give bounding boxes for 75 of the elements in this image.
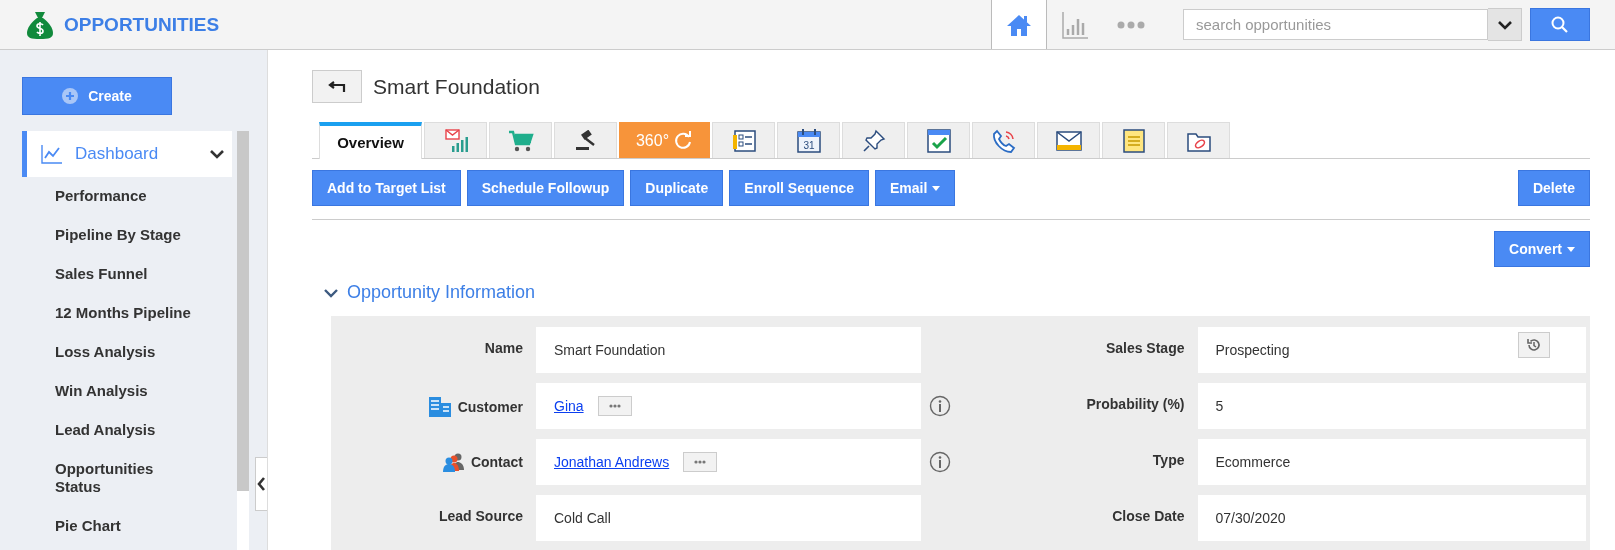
- info-icon[interactable]: [929, 395, 951, 417]
- home-icon: [1006, 12, 1032, 37]
- more-icon: [608, 404, 621, 408]
- field-value: 07/30/2020: [1215, 510, 1286, 526]
- bar-chart-icon: [1061, 10, 1089, 39]
- calendar-check-icon: [925, 127, 952, 154]
- field-label: Customer: [457, 399, 523, 415]
- field-label: Probability (%): [1086, 396, 1185, 412]
- sidebar-item[interactable]: Sales Funnel: [22, 255, 205, 293]
- search-field[interactable]: search opportunities: [1183, 9, 1488, 40]
- tab[interactable]: Overview: [319, 122, 422, 159]
- search-button[interactable]: [1530, 8, 1590, 41]
- tab[interactable]: [712, 122, 775, 158]
- sidebar-item[interactable]: Win Analysis: [22, 372, 205, 410]
- calendar-icon: 31: [795, 127, 822, 154]
- chevron-icon: [1497, 19, 1512, 30]
- tab[interactable]: [1037, 122, 1100, 158]
- field-label: Sales Stage: [1105, 340, 1185, 356]
- home-nav-button[interactable]: [991, 0, 1047, 49]
- search-icon: [1551, 15, 1569, 34]
- refresh-icon: [673, 130, 694, 151]
- line-chart-icon: [41, 144, 63, 164]
- chevron-left-icon: [257, 477, 266, 491]
- sidebar-item[interactable]: Opportunities Status: [22, 450, 205, 506]
- cart-icon: [507, 128, 534, 153]
- back-button[interactable]: [312, 70, 362, 103]
- sidebar-item[interactable]: Pipeline By Stage: [22, 216, 205, 254]
- caret-icon: [932, 185, 941, 191]
- tab[interactable]: [1167, 122, 1230, 158]
- pin-icon: [861, 128, 886, 153]
- back-arrow-icon: [328, 80, 346, 93]
- envelope-icon: [1054, 129, 1083, 152]
- sidebar-item[interactable]: Pie Chart: [22, 507, 205, 545]
- field-value: Cold Call: [554, 510, 611, 526]
- phone-icon: [990, 127, 1017, 154]
- people-icon: [442, 452, 465, 472]
- tab[interactable]: [907, 122, 970, 158]
- history-icon: [1525, 337, 1542, 353]
- app-title: OPPORTUNITIES: [64, 13, 220, 36]
- field-label: Contact: [470, 454, 523, 470]
- note-icon: [1121, 127, 1146, 154]
- scrollbar-thumb[interactable]: [237, 131, 249, 491]
- sidebar-item[interactable]: Loss Analysis: [22, 333, 205, 371]
- field-label: Name: [484, 340, 523, 356]
- dashboard-label: Dashboard: [75, 144, 160, 164]
- tab[interactable]: [972, 122, 1035, 158]
- field-label: Close Date: [1112, 508, 1185, 524]
- sidebar-item[interactable]: Lead Analysis: [22, 411, 205, 449]
- plus-icon: [62, 88, 79, 104]
- more-icon: [694, 460, 707, 464]
- record-link[interactable]: Jonathan Andrews: [554, 454, 670, 470]
- field-value: Smart Foundation: [554, 342, 666, 358]
- record-title: Smart Foundation: [373, 74, 540, 99]
- tab[interactable]: 31: [777, 122, 840, 158]
- sidebar-item[interactable]: 12 Months Pipeline: [22, 294, 205, 332]
- list-card-icon: [730, 128, 757, 153]
- field-label: Type: [1152, 452, 1185, 468]
- field-value: Prospecting: [1215, 342, 1290, 358]
- collapse-sidebar-button[interactable]: [255, 457, 267, 511]
- more-icon: [1117, 20, 1145, 29]
- section-title: Opportunity Information: [347, 282, 536, 303]
- history-button[interactable]: [1517, 332, 1550, 358]
- info-icon[interactable]: [929, 451, 951, 473]
- search-dropdown-button[interactable]: [1488, 8, 1522, 41]
- mail-chart-icon: [442, 128, 469, 153]
- building-icon: [427, 396, 452, 418]
- chevron-icon[interactable]: [324, 287, 338, 298]
- record-link[interactable]: Gina: [554, 398, 584, 414]
- tab[interactable]: [554, 122, 617, 158]
- field-label: Lead Source: [438, 508, 523, 524]
- field-value: 5: [1215, 398, 1224, 414]
- caret-icon: [1567, 246, 1575, 252]
- field-value: Ecommerce: [1215, 454, 1291, 470]
- money-bag-icon: [26, 9, 54, 40]
- sidebar-item[interactable]: Performance: [22, 177, 205, 215]
